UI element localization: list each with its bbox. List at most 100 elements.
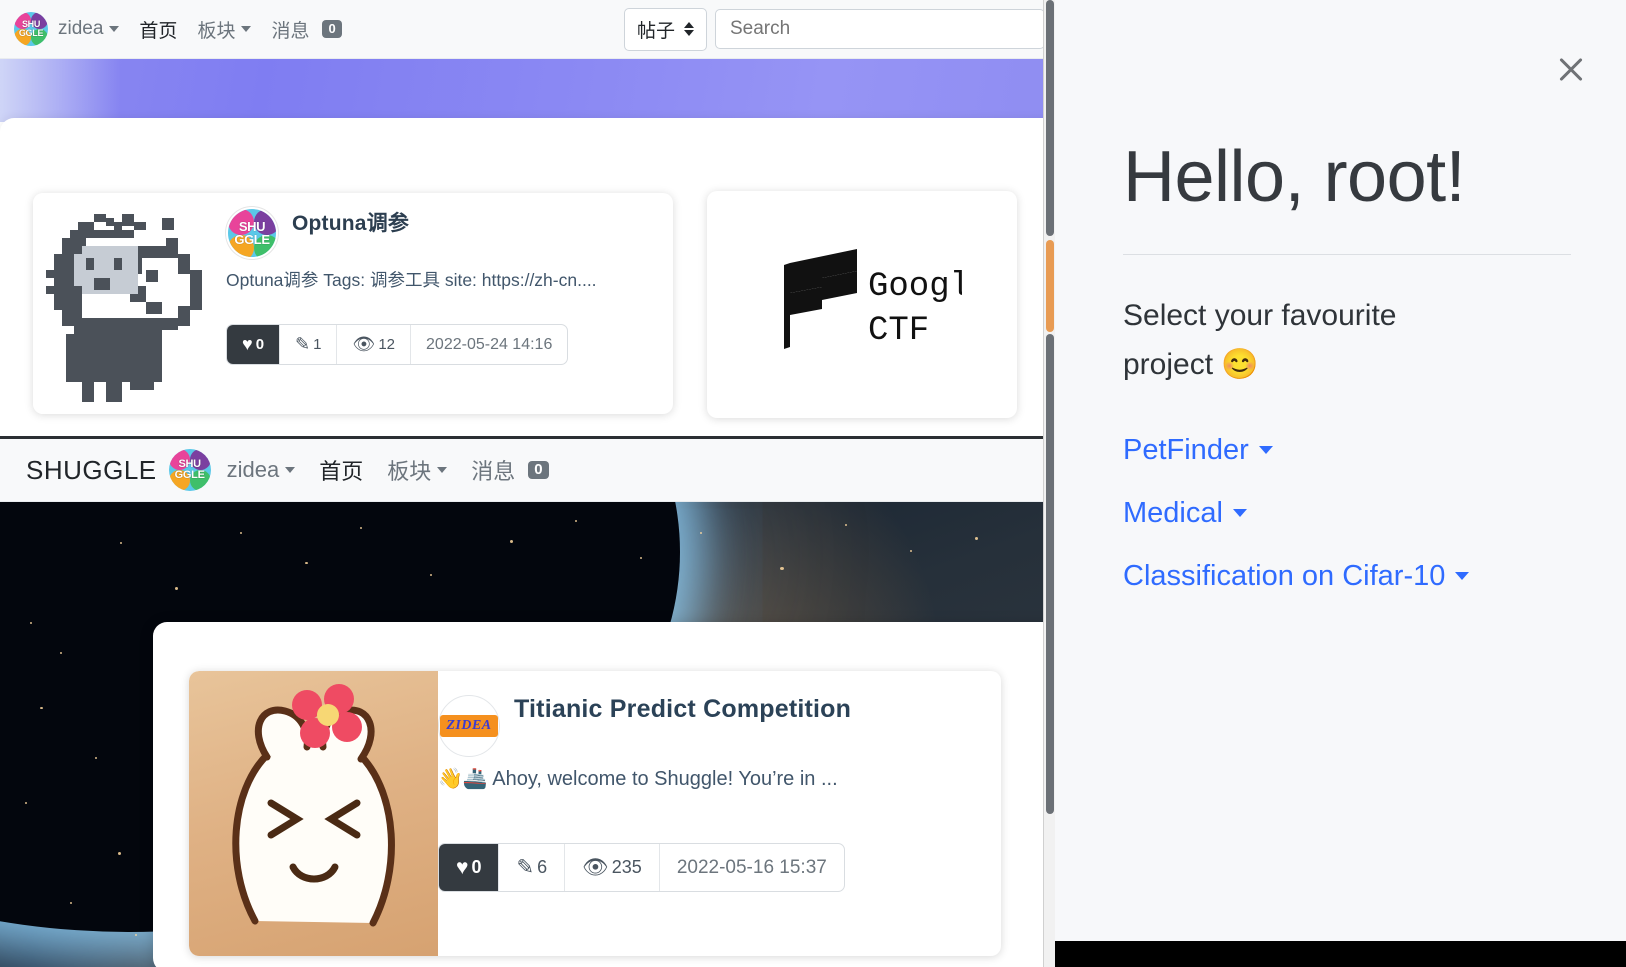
panel-divider <box>1123 253 1571 255</box>
edit-stat[interactable]: ✎ 1 <box>280 325 338 364</box>
project-label: PetFinder <box>1123 433 1249 466</box>
scrollbar-track-lower[interactable] <box>1046 334 1054 814</box>
page-two: SHUGGLE SHU GGLE zidea 首页 板块 消息 0 ZIDEA … <box>0 436 1055 967</box>
navbar-right-group: 帖子 <box>623 7 1055 51</box>
chevron-down-icon <box>1455 572 1470 581</box>
scrollbar-thumb[interactable] <box>1046 240 1054 332</box>
nav-sections-label: 板块 <box>197 20 236 42</box>
edit-stat[interactable]: ✎ 6 <box>499 844 566 891</box>
browser-content-area: SHU GGLE zidea 首页 板块 消息 0 帖子 Search SHU … <box>0 0 1055 967</box>
panel-subtitle: Select your favourite project 😊 <box>1123 291 1483 390</box>
avatar-text-line2: GGLE <box>18 28 44 38</box>
view-count: 235 <box>611 857 642 877</box>
like-count: 0 <box>255 336 265 353</box>
search-scope-label: 帖子 <box>636 20 675 42</box>
nav-messages-label: 消息 <box>471 459 516 484</box>
navbar-avatar-icon[interactable]: SHU GGLE <box>168 449 211 491</box>
search-input[interactable] <box>715 9 1045 49</box>
messages-badge: 0 <box>528 461 549 479</box>
chevron-down-icon <box>241 26 252 32</box>
avatar-text-line2: GGLE <box>174 469 205 481</box>
bottom-navbar: SHUGGLE SHU GGLE zidea 首页 板块 消息 0 <box>0 439 1055 502</box>
ctf-flag-icon: Google CTF <box>784 248 962 350</box>
hero-gradient-banner <box>0 59 1055 122</box>
post-card-optuna[interactable]: SHU GGLE Optuna调参 Optuna调参 Tags: 调参工具 si… <box>33 193 673 414</box>
project-item-medical[interactable]: Medical <box>1123 497 1571 530</box>
post-card-titanic[interactable]: ZIDEA Titianic Predict Competition 👋🚢 Ah… <box>189 671 1001 956</box>
panel-subtitle-text: Select your favourite project <box>1123 298 1397 382</box>
like-count: 0 <box>471 857 482 877</box>
edit-count: 6 <box>537 857 548 877</box>
view-count: 12 <box>378 336 396 353</box>
nav-home-label: 首页 <box>319 459 364 484</box>
post-thumbnail <box>189 671 438 956</box>
post-date: 2022-05-16 15:37 <box>676 856 827 878</box>
project-item-petfinder[interactable]: PetFinder <box>1123 434 1571 467</box>
post-card-body: ZIDEA Titianic Predict Competition 👋🚢 Ah… <box>438 671 1001 956</box>
search-scope-select[interactable]: 帖子 <box>623 7 707 51</box>
vertical-scrollbar[interactable] <box>1043 0 1055 967</box>
nav-item-home[interactable]: 首页 <box>129 16 187 43</box>
view-stat: 👁 12 <box>337 325 412 364</box>
nav-user-label: zidea <box>226 457 280 482</box>
nav-item-messages[interactable]: 消息 0 <box>459 454 560 486</box>
post-card-body: SHU GGLE Optuna调参 Optuna调参 Tags: 调参工具 si… <box>226 193 673 414</box>
ctf-logo-line1: Google <box>868 268 962 306</box>
smiling-face-icon: 😊 <box>1221 348 1259 382</box>
edit-count: 1 <box>313 336 322 353</box>
view-stat: 👁 235 <box>565 844 660 891</box>
nav-user-menu[interactable]: zidea <box>215 457 308 483</box>
post-author-avatar[interactable]: ZIDEA <box>438 695 500 757</box>
bottom-black-bar <box>1055 941 1626 967</box>
heart-icon: ♥ <box>456 855 469 879</box>
hamster-illustration <box>189 671 438 956</box>
post-card-google-ctf[interactable]: Google CTF <box>707 191 1017 418</box>
post-excerpt: 👋🚢 Ahoy, welcome to Shuggle! You’re in .… <box>438 768 838 790</box>
pencil-icon: ✎ <box>516 856 535 879</box>
like-stat[interactable]: ♥ 0 <box>439 844 500 891</box>
pencil-icon: ✎ <box>295 334 311 354</box>
nav-item-sections[interactable]: 板块 <box>375 454 459 486</box>
ctf-logo-line2: CTF <box>868 312 929 350</box>
post-card-header: ZIDEA Titianic Predict Competition <box>438 695 983 757</box>
close-icon[interactable] <box>1554 52 1588 86</box>
navbar-avatar-icon[interactable]: SHU GGLE <box>14 12 48 46</box>
chevron-down-icon <box>437 467 448 473</box>
post-thumbnail <box>33 193 226 414</box>
nav-messages-label: 消息 <box>271 20 310 42</box>
eye-icon: 👁 <box>352 334 376 354</box>
post-title[interactable]: Optuna调参 <box>292 207 657 237</box>
messages-badge: 0 <box>322 20 342 38</box>
screen-root: SHU GGLE zidea 首页 板块 消息 0 帖子 Search SHU … <box>0 0 1626 967</box>
project-label: Classification on Cifar-10 <box>1123 559 1446 592</box>
greeting-heading: Hello, root! <box>1123 137 1466 217</box>
project-label: Medical <box>1123 496 1223 529</box>
project-item-cifar10[interactable]: Classification on Cifar-10 <box>1123 560 1571 593</box>
eye-icon: 👁 <box>582 855 609 879</box>
chevron-down-icon <box>1258 446 1273 455</box>
chevron-down-icon <box>1232 509 1247 518</box>
brand-logo[interactable]: SHUGGLE <box>14 455 169 486</box>
like-stat[interactable]: ♥ 0 <box>227 325 281 364</box>
zidea-logo-text: ZIDEA <box>440 715 498 737</box>
brand-label: SHUGGLE <box>26 454 157 485</box>
sort-updown-icon <box>684 22 694 36</box>
scrollbar-track-upper[interactable] <box>1046 0 1054 236</box>
chevron-down-icon <box>285 467 296 473</box>
hamster-art-icon <box>232 684 395 927</box>
chevron-down-icon <box>109 26 120 32</box>
nav-item-messages[interactable]: 消息 0 <box>261 16 351 43</box>
post-card-header: SHU GGLE Optuna调参 <box>226 207 657 259</box>
nav-item-sections[interactable]: 板块 <box>187 16 261 43</box>
nav-user-label: zidea <box>58 18 104 39</box>
post-title[interactable]: Titianic Predict Competition <box>514 695 983 724</box>
top-navbar: SHU GGLE zidea 首页 板块 消息 0 帖子 Search <box>0 0 1055 59</box>
nav-sections-label: 板块 <box>387 459 432 484</box>
page-one: SHU GGLE zidea 首页 板块 消息 0 帖子 Search SHU … <box>0 0 1055 436</box>
nav-user-menu[interactable]: zidea <box>48 18 129 40</box>
heart-icon: ♥ <box>242 334 253 354</box>
ghost-pixel-art-icon <box>45 213 202 402</box>
post-author-avatar[interactable]: SHU GGLE <box>226 207 278 259</box>
nav-item-home[interactable]: 首页 <box>307 454 375 486</box>
avatar-text-line2: GGLE <box>234 232 270 247</box>
